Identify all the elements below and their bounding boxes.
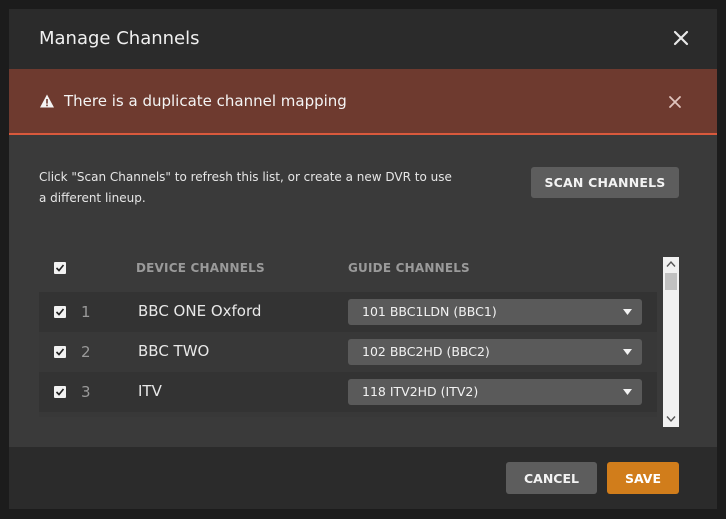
manage-channels-dialog: Manage Channels There is a duplicate cha… — [9, 9, 717, 509]
table-row: 2 BBC TWO 102 BBC2HD (BBC2) — [39, 332, 657, 372]
channel-name: ITV — [138, 382, 162, 400]
table-row: 1 BBC ONE Oxford 101 BBC1LDN (BBC1) — [39, 292, 657, 332]
table-scrollbar[interactable] — [663, 257, 679, 427]
alert-message: There is a duplicate channel mapping — [64, 92, 347, 110]
table-row-partial — [39, 412, 657, 417]
cancel-button[interactable]: CANCEL — [506, 462, 597, 494]
guide-channel-select[interactable]: 101 BBC1LDN (BBC1) — [348, 299, 642, 325]
alert-close-icon[interactable] — [665, 92, 685, 112]
dialog-footer: CANCEL SAVE — [9, 447, 717, 509]
scroll-down-icon[interactable] — [666, 415, 676, 423]
caret-down-icon — [623, 309, 632, 315]
scrollbar-thumb[interactable] — [665, 273, 677, 290]
dialog-body: Click "Scan Channels" to refresh this li… — [9, 137, 717, 447]
save-button[interactable]: SAVE — [607, 462, 679, 494]
guide-channel-value: 101 BBC1LDN (BBC1) — [362, 304, 497, 319]
guide-channel-select[interactable]: 102 BBC2HD (BBC2) — [348, 339, 642, 365]
channel-name: BBC TWO — [138, 342, 210, 360]
check-icon — [55, 388, 65, 396]
duplicate-mapping-alert: There is a duplicate channel mapping — [9, 69, 717, 135]
channel-number: 3 — [81, 383, 91, 401]
caret-down-icon — [623, 389, 632, 395]
scroll-up-icon[interactable] — [666, 260, 676, 268]
select-all-checkbox[interactable] — [54, 262, 66, 274]
check-icon — [55, 264, 65, 272]
check-icon — [55, 348, 65, 356]
guide-channel-value: 102 BBC2HD (BBC2) — [362, 344, 490, 359]
close-icon[interactable] — [667, 24, 695, 52]
dialog-header: Manage Channels — [9, 9, 717, 69]
table-row: 3 ITV 118 ITV2HD (ITV2) — [39, 372, 657, 412]
column-guide-channels: GUIDE CHANNELS — [348, 261, 470, 275]
channel-name: BBC ONE Oxford — [138, 302, 262, 320]
row-checkbox[interactable] — [54, 306, 66, 318]
row-checkbox[interactable] — [54, 386, 66, 398]
guide-channel-value: 118 ITV2HD (ITV2) — [362, 384, 479, 399]
description-text: Click "Scan Channels" to refresh this li… — [39, 170, 452, 205]
scan-channels-button[interactable]: SCAN CHANNELS — [531, 167, 679, 198]
check-icon — [55, 308, 65, 316]
channel-table: DEVICE CHANNELS GUIDE CHANNELS 1 BBC ONE… — [39, 249, 657, 417]
guide-channel-select[interactable]: 118 ITV2HD (ITV2) — [348, 379, 642, 405]
row-checkbox[interactable] — [54, 346, 66, 358]
caret-down-icon — [623, 349, 632, 355]
channel-number: 2 — [81, 343, 91, 361]
table-header: DEVICE CHANNELS GUIDE CHANNELS — [39, 249, 657, 287]
channel-number: 1 — [81, 303, 91, 321]
dialog-title: Manage Channels — [39, 28, 200, 49]
warning-icon — [39, 93, 55, 109]
column-device-channels: DEVICE CHANNELS — [136, 261, 265, 275]
